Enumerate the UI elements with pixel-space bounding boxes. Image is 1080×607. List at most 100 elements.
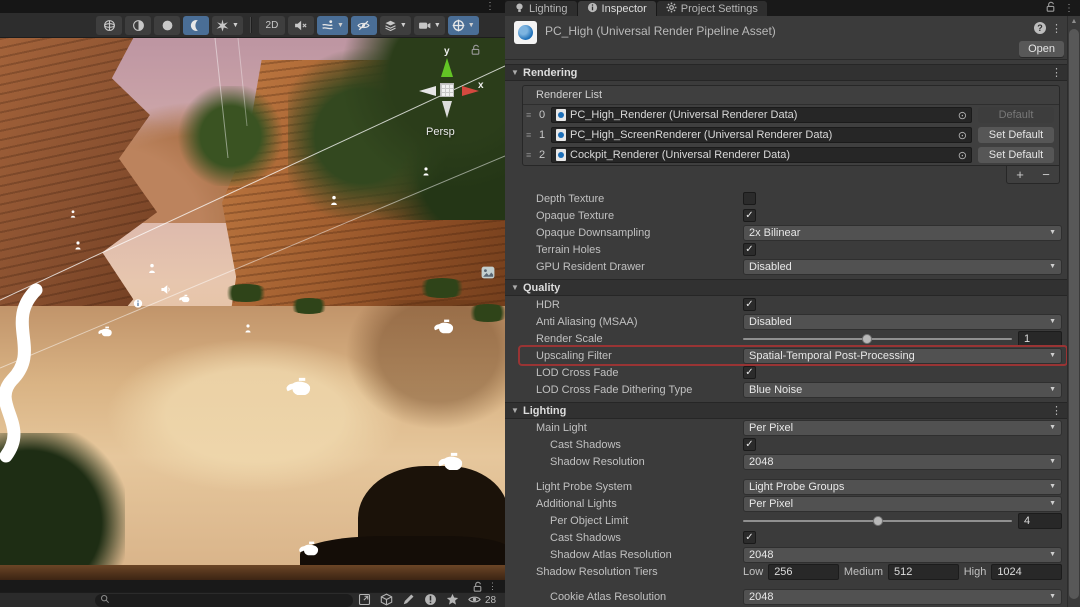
draw-mode-unlit-button[interactable] — [154, 16, 180, 35]
object-picker-icon[interactable]: ⊙ — [958, 129, 967, 142]
scene-viewport[interactable]: y x Persp — [0, 38, 505, 580]
search-input[interactable] — [95, 594, 353, 607]
add-button[interactable]: + — [1016, 168, 1024, 182]
gizmos-toggle-button[interactable]: ▼ — [448, 16, 479, 35]
slider-track[interactable] — [743, 513, 1012, 529]
number-field[interactable]: 1 — [1018, 331, 1062, 347]
set-default-button[interactable]: Set Default — [978, 127, 1054, 143]
camera-settings-button[interactable]: ▼ — [414, 16, 445, 35]
tab-lighting[interactable]: Lighting — [505, 1, 577, 16]
axis-y-cone[interactable] — [441, 58, 453, 77]
tab-inspector[interactable]: Inspector — [578, 1, 656, 16]
set-default-button[interactable]: Set Default — [978, 147, 1054, 163]
pencil-icon[interactable] — [402, 593, 415, 607]
object-field[interactable]: PC_High_ScreenRenderer (Universal Render… — [551, 127, 972, 143]
scrollbar-up-arrow[interactable]: ▲ — [1068, 18, 1080, 25]
drag-handle-icon[interactable]: ≡ — [526, 110, 539, 120]
draw-mode-shaded-wireframe-button[interactable] — [125, 16, 151, 35]
scene-lighting-toggle-button[interactable] — [183, 16, 209, 35]
section-menu-icon[interactable]: ⋮ — [1051, 66, 1062, 79]
panel-menu-icon[interactable]: ⋮ — [488, 580, 497, 592]
checkbox-hdr[interactable]: ✓ — [743, 298, 756, 311]
lamp-gizmo-icon[interactable] — [98, 324, 115, 342]
window-icon[interactable] — [358, 593, 371, 607]
foldout-arrow-icon[interactable]: ▼ — [511, 283, 523, 292]
foldout-arrow-icon[interactable]: ▼ — [511, 68, 523, 77]
section-menu-icon[interactable]: ⋮ — [1051, 404, 1062, 417]
section-header-rendering[interactable]: ▼Rendering⋮ — [505, 64, 1080, 81]
checkbox-lod-cross-fade[interactable]: ✓ — [743, 366, 756, 379]
object-picker-icon[interactable]: ⊙ — [958, 149, 967, 162]
foldout-arrow-icon[interactable]: ▼ — [511, 406, 523, 415]
dropdown-additional-lights[interactable]: Per Pixel▼ — [743, 496, 1062, 512]
effects-toggle-button[interactable]: ▼ — [317, 16, 348, 35]
help-icon[interactable]: ? — [1034, 22, 1046, 34]
checkbox-cast-shadows[interactable]: ✓ — [743, 531, 756, 544]
object-field[interactable]: Cockpit_Renderer (Universal Renderer Dat… — [551, 147, 972, 163]
layers-visibility-button[interactable]: ▼ — [380, 16, 411, 35]
lamp-gizmo-icon[interactable] — [437, 448, 467, 478]
person-gizmo-icon[interactable] — [73, 241, 83, 253]
person-gizmo-icon[interactable] — [329, 196, 340, 209]
slider-track[interactable] — [743, 331, 1012, 347]
projection-label[interactable]: Persp — [426, 126, 455, 138]
object-field[interactable]: PC_High_Renderer (Universal Renderer Dat… — [551, 107, 972, 123]
axis-x-cone[interactable] — [462, 86, 479, 96]
lamp-gizmo-icon[interactable] — [179, 293, 192, 308]
number-field[interactable]: 4 — [1018, 513, 1062, 529]
speaker-gizmo-icon[interactable] — [160, 284, 172, 298]
dropdown-gpu-resident-drawer[interactable]: Disabled▼ — [743, 259, 1062, 275]
2d-toggle-button[interactable]: 2D — [259, 16, 285, 35]
dropdown-upscaling-filter[interactable]: Spatial-Temporal Post-Processing▼ — [743, 348, 1062, 364]
person-gizmo-icon[interactable] — [69, 209, 78, 221]
dropdown-anti-aliasing-msaa[interactable]: Disabled▼ — [743, 314, 1062, 330]
open-button[interactable]: Open — [1019, 41, 1064, 57]
section-header-quality[interactable]: ▼Quality — [505, 279, 1080, 296]
dropdown-main-light[interactable]: Per Pixel▼ — [743, 420, 1062, 436]
scene-menu-icon[interactable]: ⋮ — [485, 0, 495, 13]
lamp-gizmo-icon[interactable] — [433, 316, 457, 341]
slider-thumb[interactable] — [873, 516, 883, 526]
audio-toggle-button[interactable] — [288, 16, 314, 35]
checkbox-depth-texture[interactable] — [743, 192, 756, 205]
drag-handle-icon[interactable]: ≡ — [526, 150, 539, 160]
tab-project-settings[interactable]: Project Settings — [657, 1, 767, 16]
tier-field-high[interactable]: 1024 — [991, 564, 1062, 580]
axis-left-cone[interactable] — [419, 86, 436, 96]
hidden-objects-toggle-button[interactable] — [351, 16, 377, 35]
checkbox-opaque-texture[interactable]: ✓ — [743, 209, 756, 222]
lamp-gizmo-icon[interactable] — [285, 373, 315, 403]
axis-down-cone[interactable] — [442, 101, 452, 118]
tabbar-menu-icon[interactable]: ⋮ — [1064, 3, 1074, 14]
dropdown-light-probe-system[interactable]: Light Probe Groups▼ — [743, 479, 1062, 495]
scrollbar-thumb[interactable] — [1069, 29, 1079, 599]
info-gizmo-icon[interactable] — [133, 299, 144, 312]
dropdown-shadow-resolution[interactable]: 2048▼ — [743, 454, 1062, 470]
person-gizmo-icon[interactable] — [421, 167, 431, 179]
tier-field-medium[interactable]: 512 — [888, 564, 959, 580]
remove-button[interactable]: − — [1042, 168, 1050, 182]
person-gizmo-icon[interactable] — [147, 264, 158, 277]
debug-draw-mode-button[interactable]: ▼ — [212, 16, 243, 35]
star-icon[interactable] — [446, 593, 459, 607]
prefab-icon[interactable] — [380, 593, 393, 607]
section-header-lighting[interactable]: ▼Lighting⋮ — [505, 402, 1080, 419]
object-picker-icon[interactable]: ⊙ — [958, 109, 967, 122]
eye-icon[interactable] — [468, 593, 481, 607]
asset-menu-icon[interactable]: ⋮ — [1051, 22, 1062, 35]
dropdown-shadow-atlas-resolution[interactable]: 2048▼ — [743, 547, 1062, 563]
slider-thumb[interactable] — [862, 334, 872, 344]
inspector-scrollbar[interactable]: ▲ — [1067, 16, 1080, 607]
lock-icon[interactable] — [1045, 1, 1056, 16]
scene-orientation-gizmo[interactable]: y x Persp — [420, 50, 486, 160]
lamp-gizmo-icon[interactable] — [298, 538, 322, 563]
photo-gizmo-icon[interactable] — [481, 266, 496, 283]
axis-center-cube[interactable] — [440, 83, 454, 97]
checkbox-terrain-holes[interactable]: ✓ — [743, 243, 756, 256]
person-gizmo-icon[interactable] — [243, 324, 253, 336]
dropdown-lod-cross-fade-dithering-type[interactable]: Blue Noise▼ — [743, 382, 1062, 398]
dropdown-cookie-atlas-resolution[interactable]: 2048▼ — [743, 589, 1062, 605]
warn-icon[interactable] — [424, 593, 437, 607]
tier-field-low[interactable]: 256 — [768, 564, 839, 580]
checkbox-cast-shadows[interactable]: ✓ — [743, 438, 756, 451]
